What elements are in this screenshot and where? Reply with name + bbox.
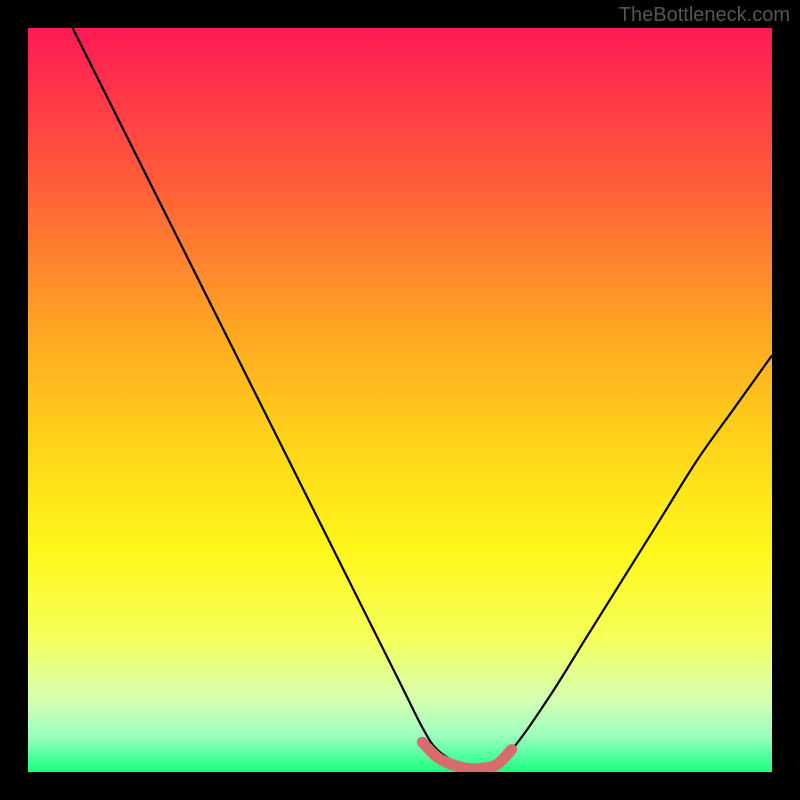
chart-background bbox=[28, 28, 772, 772]
chart-frame bbox=[28, 28, 772, 772]
chart-plot bbox=[28, 28, 772, 772]
watermark-text: TheBottleneck.com bbox=[619, 4, 790, 27]
